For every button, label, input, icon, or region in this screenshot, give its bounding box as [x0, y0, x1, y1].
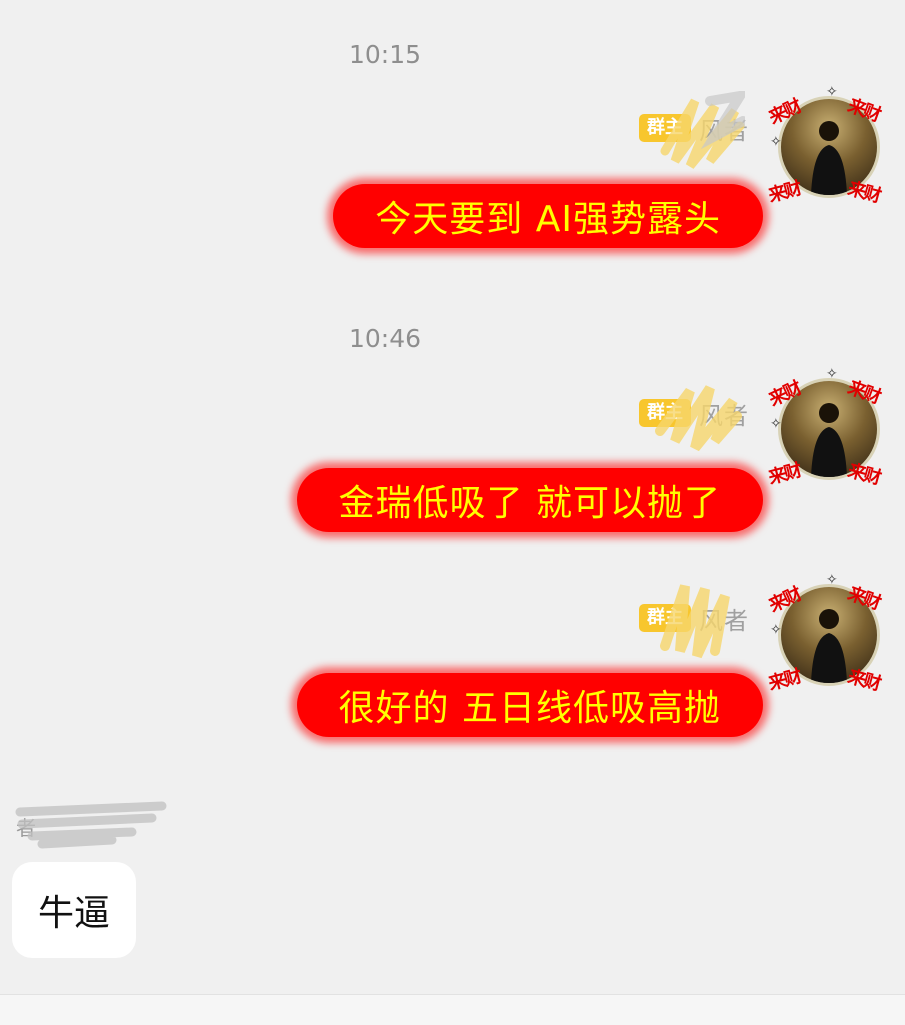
- person-silhouette: [811, 121, 847, 195]
- sender-row: 群主 风者: [639, 584, 749, 659]
- group-owner-badge: 群主: [639, 604, 691, 632]
- message-bubble[interactable]: 今天要到 AI强势露头: [333, 184, 763, 248]
- avatar-tag: 来财: [766, 666, 803, 695]
- group-owner-badge: 群主: [639, 114, 691, 142]
- sender-name[interactable]: 风者: [699, 601, 749, 636]
- input-bar[interactable]: [0, 994, 905, 1025]
- message-bubble[interactable]: 很好的 五日线低吸高抛: [296, 673, 763, 737]
- avatar[interactable]: 来财 来财 来财 来财 ✧ ✧: [766, 84, 888, 207]
- sender-name[interactable]: 风者: [699, 111, 749, 146]
- sparkle-icon: ✧: [826, 84, 838, 100]
- sparkle-icon: ✧: [826, 366, 838, 382]
- sender-name[interactable]: 风者: [699, 396, 749, 431]
- sender-row: 群主 风者: [639, 91, 749, 169]
- group-owner-badge: 群主: [639, 399, 691, 427]
- timestamp: 10:46: [348, 324, 422, 353]
- avatar-tag: 来财: [766, 178, 803, 207]
- sparkle-icon: ✧: [770, 416, 782, 432]
- avatar-tag: 来财: [766, 460, 803, 489]
- person-silhouette: [811, 403, 847, 477]
- sparkle-icon: ✧: [770, 134, 782, 150]
- sparkle-icon: ✧: [770, 622, 782, 638]
- reply-bubble[interactable]: 牛逼: [12, 862, 136, 958]
- avatar-tag: 来财: [845, 666, 882, 695]
- redaction-scribble: [15, 801, 167, 849]
- avatar[interactable]: 来财 来财 来财 来财 ✧ ✧: [766, 366, 888, 489]
- avatar[interactable]: 来财 来财 来财 来财 ✧ ✧: [766, 572, 888, 695]
- avatar-tag: 来财: [845, 178, 882, 207]
- person-silhouette: [811, 609, 847, 683]
- timestamp: 10:15: [348, 40, 422, 69]
- sender-row: 群主 风者: [639, 385, 749, 452]
- avatar-tag: 来财: [845, 460, 882, 489]
- message-bubble[interactable]: 金瑞低吸了 就可以抛了: [296, 468, 763, 532]
- reply-sender[interactable]: 者: [12, 792, 172, 852]
- sparkle-icon: ✧: [826, 572, 838, 588]
